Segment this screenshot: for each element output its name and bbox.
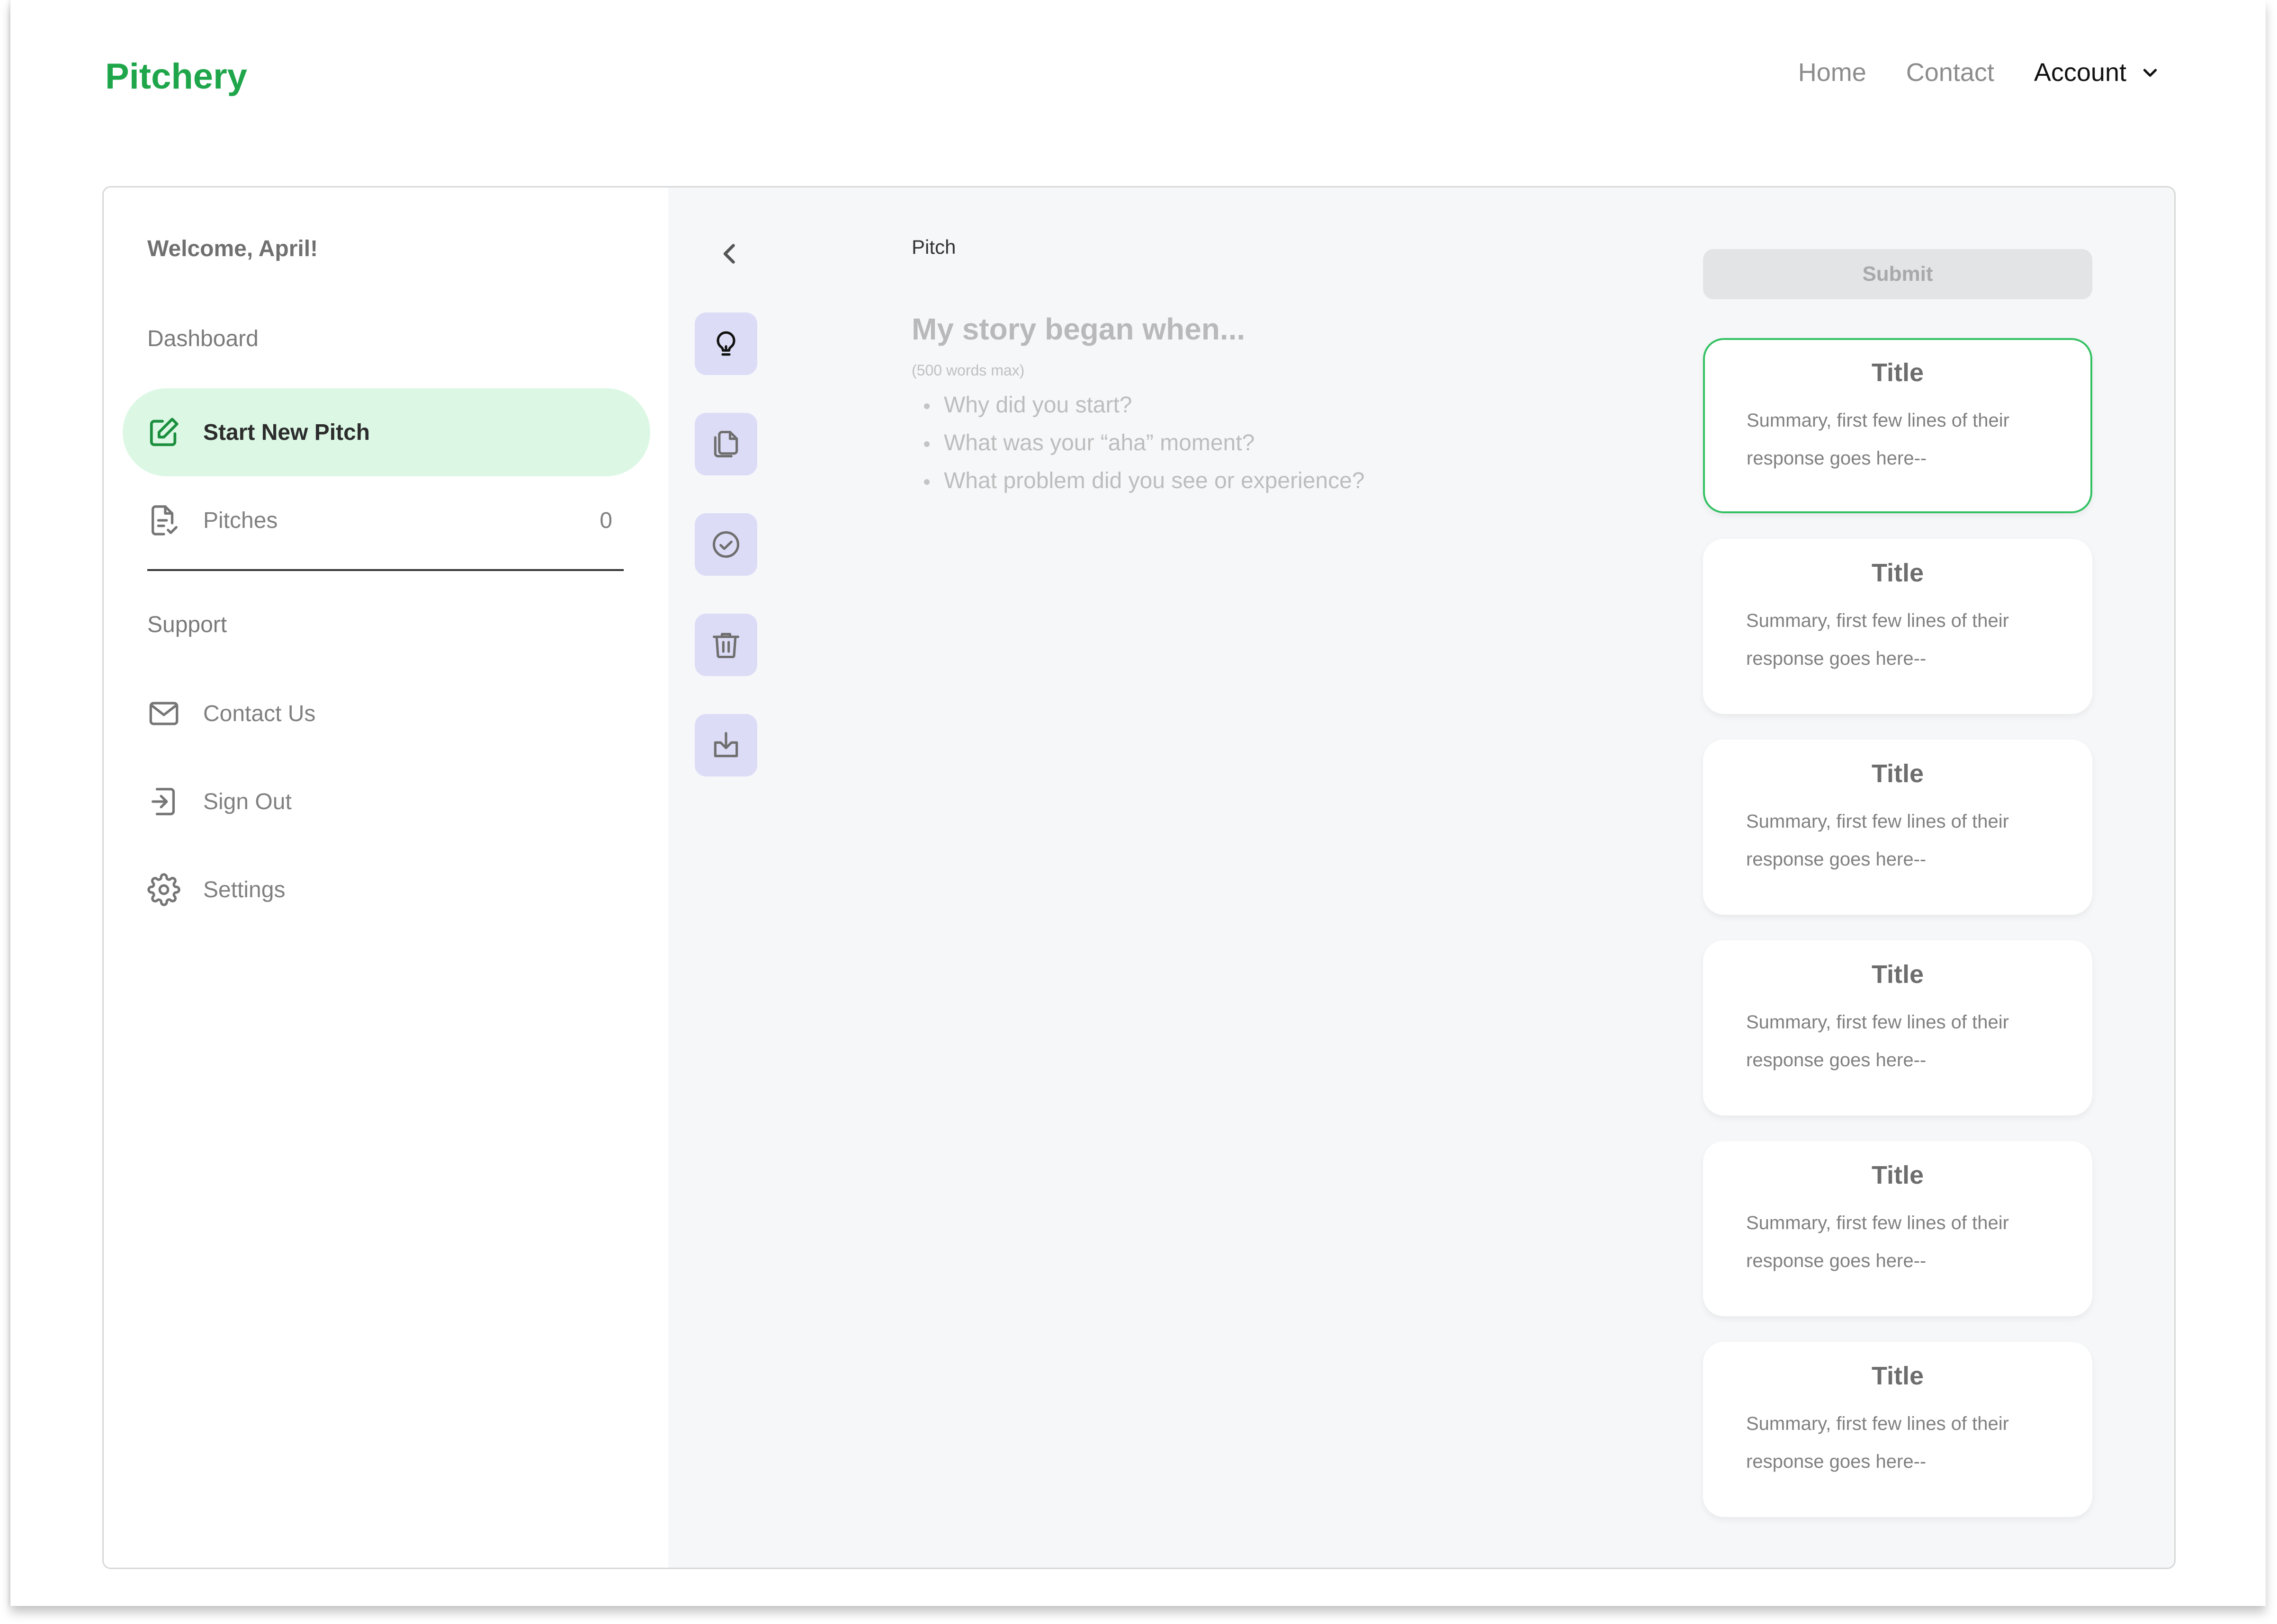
prompt-item: What was your “aha” moment? — [912, 424, 1365, 462]
pitch-card[interactable]: Title Summary, first few lines of their … — [1703, 740, 2092, 915]
pitch-card[interactable]: Title Summary, first few lines of their … — [1703, 1141, 2092, 1316]
sidebar-item-label: Settings — [203, 877, 286, 902]
pitch-card-summary: Summary, first few lines of their respon… — [1746, 610, 2009, 669]
download-icon — [714, 732, 738, 758]
mail-icon — [147, 697, 180, 730]
pitch-card-title: Title — [1871, 1161, 1924, 1189]
editor-area: Pitch My story began when... (500 words … — [668, 187, 2174, 1568]
logo[interactable]: Pitchery — [105, 56, 247, 97]
pitches-count: 0 — [600, 508, 612, 533]
idea-button[interactable] — [695, 312, 757, 375]
sidebar-item-label: Sign Out — [203, 789, 292, 814]
prompt-item: Why did you start? — [912, 386, 1365, 424]
delete-button[interactable] — [695, 614, 757, 676]
sidebar-item-label: Start New Pitch — [203, 419, 370, 445]
pitch-card-title: Title — [1871, 1362, 1924, 1390]
download-button[interactable] — [695, 714, 757, 776]
pitch-section-label: Pitch — [912, 236, 956, 258]
section-support: Support — [147, 612, 227, 637]
pitch-card-summary: Summary, first few lines of their respon… — [1746, 1012, 2009, 1071]
pitch-card-title: Title — [1871, 960, 1924, 989]
pitch-card[interactable]: Title Summary, first few lines of their … — [1703, 1342, 2092, 1517]
prompt-item: What problem did you see or experience? — [912, 462, 1365, 500]
word-limit: (500 words max) — [912, 362, 1025, 379]
sidebar-divider — [147, 569, 624, 571]
chevron-left-icon[interactable] — [716, 240, 744, 268]
top-nav: Home Contact Account — [1798, 58, 2160, 87]
trash-icon — [712, 633, 740, 659]
welcome-message: Welcome, April! — [147, 236, 318, 261]
pitch-card[interactable]: Title Summary, first few lines of their … — [1703, 940, 2092, 1115]
pitch-card-title: Title — [1871, 759, 1924, 788]
sidebar-item-label: Pitches — [203, 508, 278, 533]
page: Pitchery Home Contact Account Welcome, A… — [10, 0, 2266, 1606]
sidebar-item-sign-out[interactable]: Sign Out — [123, 758, 650, 846]
pitch-card[interactable]: Title Summary, first few lines of their … — [1703, 338, 2092, 513]
nav-home[interactable]: Home — [1798, 58, 1866, 87]
pitch-card-summary: Summary, first few lines of their respon… — [1746, 1413, 2009, 1472]
sidebar-item-label: Contact Us — [203, 701, 316, 726]
sidebar-item-pitches[interactable]: Pitches 0 — [123, 476, 650, 564]
sidebar-item-start-new-pitch[interactable]: Start New Pitch — [123, 388, 650, 476]
section-dashboard: Dashboard — [147, 326, 259, 351]
check-button[interactable] — [695, 513, 757, 576]
sign-out-icon — [147, 785, 180, 818]
prompt-list: Why did you start? What was your “aha” m… — [912, 386, 1365, 500]
pitch-card-summary: Summary, first few lines of their respon… — [1746, 1213, 2009, 1271]
sidebar: Welcome, April! Dashboard Start New Pitc… — [104, 187, 668, 1568]
sidebar-item-settings[interactable]: Settings — [123, 846, 650, 934]
lightbulb-icon — [717, 331, 735, 356]
pitch-input-placeholder[interactable]: My story began when... — [912, 312, 1245, 347]
pitch-card-summary: Summary, first few lines of their respon… — [1746, 811, 2009, 870]
pitch-card[interactable]: Title Summary, first few lines of their … — [1703, 539, 2092, 714]
pitch-card-title: Title — [1871, 358, 1924, 387]
chevron-down-icon — [2143, 69, 2157, 77]
copy-button[interactable] — [695, 413, 757, 475]
edit-icon — [147, 416, 180, 449]
document-check-icon — [147, 504, 180, 537]
nav-contact[interactable]: Contact — [1906, 58, 1994, 87]
check-circle-icon — [712, 531, 740, 558]
workspace-card: Welcome, April! Dashboard Start New Pitc… — [102, 186, 2176, 1569]
pitch-card-title: Title — [1871, 559, 1924, 587]
sidebar-item-contact-us[interactable]: Contact Us — [123, 669, 650, 758]
submit-button[interactable]: Submit — [1703, 249, 2092, 299]
copy-icon — [714, 430, 738, 458]
account-menu[interactable]: Account — [2034, 58, 2160, 87]
account-label: Account — [2034, 58, 2126, 87]
gear-icon — [147, 873, 180, 906]
pitch-card-summary: Summary, first few lines of their respon… — [1747, 410, 2009, 469]
